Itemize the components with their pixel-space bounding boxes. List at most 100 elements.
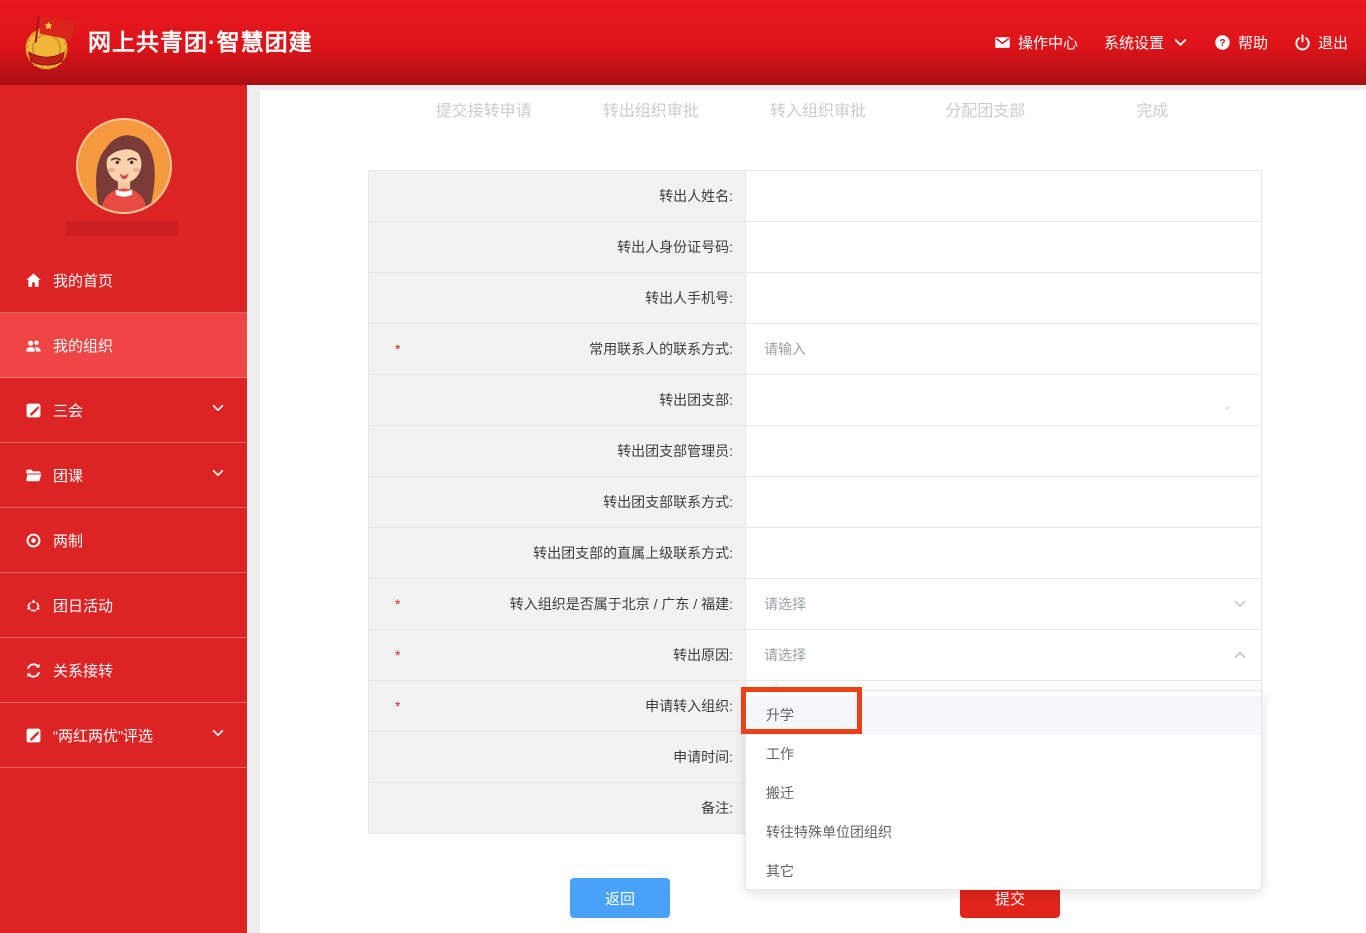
field-input-frequent-contact-method[interactable] (746, 324, 1261, 374)
field-label: 转出原因: (673, 645, 733, 665)
select-placeholder: 请选择 (764, 594, 806, 614)
dropdown-option[interactable]: 升学 (746, 696, 1261, 735)
users-icon (24, 336, 42, 354)
header-menu-help[interactable]: ? 帮助 (1214, 32, 1268, 53)
stepper-step: 分配团支部 (902, 98, 1069, 126)
header-menu-label: 退出 (1318, 32, 1348, 53)
sidebar: 我的首页 我的组织 三会 团课 两制 团日活动 关系接转 “两红两优”评选 (0, 85, 247, 933)
sidebar-nav: 我的首页 我的组织 三会 团课 两制 团日活动 关系接转 “两红两优”评选 (0, 248, 247, 768)
dropdown-option[interactable]: 其它 (746, 852, 1261, 891)
field-label: 转入组织是否属于北京 / 广东 / 福建: (510, 594, 733, 614)
stepper-step: 提交接转申请 (400, 98, 567, 126)
field-label: 转出人姓名: (659, 186, 733, 206)
refresh-icon (24, 661, 42, 679)
sidebar-item-home[interactable]: 我的首页 (0, 248, 247, 313)
field-value-transfer-out-name[interactable] (746, 171, 1261, 221)
form-row-transfer-out-phone: 转出人手机号: (369, 273, 1261, 324)
page-title: 网上共青团·智慧团建 (88, 0, 313, 85)
form-row-frequent-contact-method: * 常用联系人的联系方式: (369, 324, 1261, 375)
folder-icon (24, 466, 42, 484)
header-menu-label: 系统设置 (1104, 32, 1164, 53)
form-row-transfer-out-branch-superior-contact: 转出团支部的直属上级联系方式: (369, 528, 1261, 579)
field-label: 申请时间: (673, 747, 733, 767)
chevron-down-icon (1233, 597, 1247, 611)
sidebar-item-league-day-activity[interactable]: 团日活动 (0, 573, 247, 638)
header-menu-action-center[interactable]: 操作中心 (994, 32, 1078, 53)
power-icon (1294, 34, 1311, 51)
target-icon (24, 531, 42, 549)
field-value-transfer-out-branch-contact[interactable] (746, 477, 1261, 527)
sidebar-item-label: “两红两优”评选 (53, 725, 153, 746)
required-asterisk: * (395, 647, 400, 663)
form-row-transfer-out-branch-contact: 转出团支部联系方式: (369, 477, 1261, 528)
required-asterisk: * (395, 698, 400, 714)
back-button[interactable]: 返回 (570, 878, 670, 918)
user-name-redacted (66, 221, 178, 236)
chevron-down-icon (211, 401, 225, 419)
field-label: 申请转入组织: (645, 696, 733, 716)
required-asterisk: * (395, 596, 400, 612)
sidebar-item-relationship-transfer[interactable]: 关系接转 (0, 638, 247, 703)
sidebar-item-three-meetings[interactable]: 三会 (0, 378, 247, 443)
field-label: 常用联系人的联系方式: (589, 339, 733, 359)
avatar[interactable] (76, 118, 172, 214)
envelope-icon (994, 34, 1011, 51)
field-value-transfer-out-phone[interactable] (746, 273, 1261, 323)
sidebar-item-two-red-two-excellent[interactable]: “两红两优”评选 (0, 703, 247, 768)
select-placeholder: 请选择 (764, 645, 806, 665)
transfer-stepper: 提交接转申请 转出组织审批 转入组织审批 分配团支部 完成 (400, 98, 1236, 126)
field-value-transfer-out-id-number[interactable] (746, 222, 1261, 272)
stepper-step: 完成 (1069, 98, 1236, 126)
field-label: 转出团支部的直属上级联系方式: (533, 543, 733, 563)
stepper-step: 转出组织审批 (567, 98, 734, 126)
header-menu-label: 操作中心 (1018, 32, 1078, 53)
question-circle-icon: ? (1214, 34, 1231, 51)
sidebar-item-label: 我的组织 (53, 335, 113, 356)
header-menu-logout[interactable]: 退出 (1294, 32, 1348, 53)
dropdown-option[interactable]: 搬迁 (746, 774, 1261, 813)
sidebar-item-label: 三会 (53, 400, 83, 421)
chevron-down-icon (211, 726, 225, 744)
chevron-down-icon (211, 466, 225, 484)
sidebar-item-my-organization[interactable]: 我的组织 (0, 313, 247, 378)
field-label: 备注: (701, 798, 733, 818)
sidebar-item-league-class[interactable]: 团课 (0, 443, 247, 508)
field-label: 转出团支部联系方式: (603, 492, 733, 512)
header-menu: 操作中心 系统设置 ? 帮助 退出 (994, 0, 1348, 85)
field-label: 转出团支部管理员: (617, 441, 733, 461)
field-select-target-org-in-bj-gd-fj[interactable]: 请选择 (746, 579, 1261, 629)
field-label: 转出人手机号: (645, 288, 733, 308)
dropdown-option[interactable]: 工作 (746, 735, 1261, 774)
home-icon (24, 271, 42, 289)
form-row-transfer-out-id-number: 转出人身份证号码: (369, 222, 1261, 273)
chevron-up-icon (1233, 648, 1247, 662)
sidebar-item-label: 两制 (53, 530, 83, 551)
form-row-transfer-out-branch: 转出团支部: ˏ (369, 375, 1261, 426)
field-value-transfer-out-branch-superior-contact[interactable] (746, 528, 1261, 578)
required-asterisk: * (395, 341, 400, 357)
stray-mark: ˏ (1225, 399, 1229, 409)
reason-dropdown-panel: 升学 工作 搬迁 转往特殊单位团组织 其它 (745, 690, 1262, 890)
form-row-transfer-out-branch-admin: 转出团支部管理员: (369, 426, 1261, 477)
field-label: 转出团支部: (659, 390, 733, 410)
edit-icon (24, 726, 42, 744)
dropdown-option[interactable]: 转往特殊单位团组织 (746, 813, 1261, 852)
sidebar-item-label: 我的首页 (53, 270, 113, 291)
sidebar-item-two-systems[interactable]: 两制 (0, 508, 247, 573)
sidebar-item-label: 关系接转 (53, 660, 113, 681)
app-root: 网上共青团·智慧团建 操作中心 系统设置 ? 帮助 退出 (0, 0, 1366, 933)
field-value-transfer-out-branch[interactable]: ˏ (746, 375, 1261, 425)
league-emblem-logo (17, 11, 80, 74)
field-select-transfer-out-reason[interactable]: 请选择 (746, 630, 1261, 680)
form-row-transfer-out-reason: * 转出原因: 请选择 (369, 630, 1261, 681)
sidebar-item-label: 团日活动 (53, 595, 113, 616)
form-row-target-org-in-bj-gd-fj: * 转入组织是否属于北京 / 广东 / 福建: 请选择 (369, 579, 1261, 630)
field-value-transfer-out-branch-admin[interactable] (746, 426, 1261, 476)
header-menu-label: 帮助 (1238, 32, 1268, 53)
svg-text:?: ? (1219, 38, 1225, 49)
field-label: 转出人身份证号码: (617, 237, 733, 257)
sidebar-item-label: 团课 (53, 465, 83, 486)
content-gutter (247, 85, 260, 933)
text-input[interactable] (764, 341, 1211, 357)
header-menu-system-settings[interactable]: 系统设置 (1104, 32, 1188, 53)
